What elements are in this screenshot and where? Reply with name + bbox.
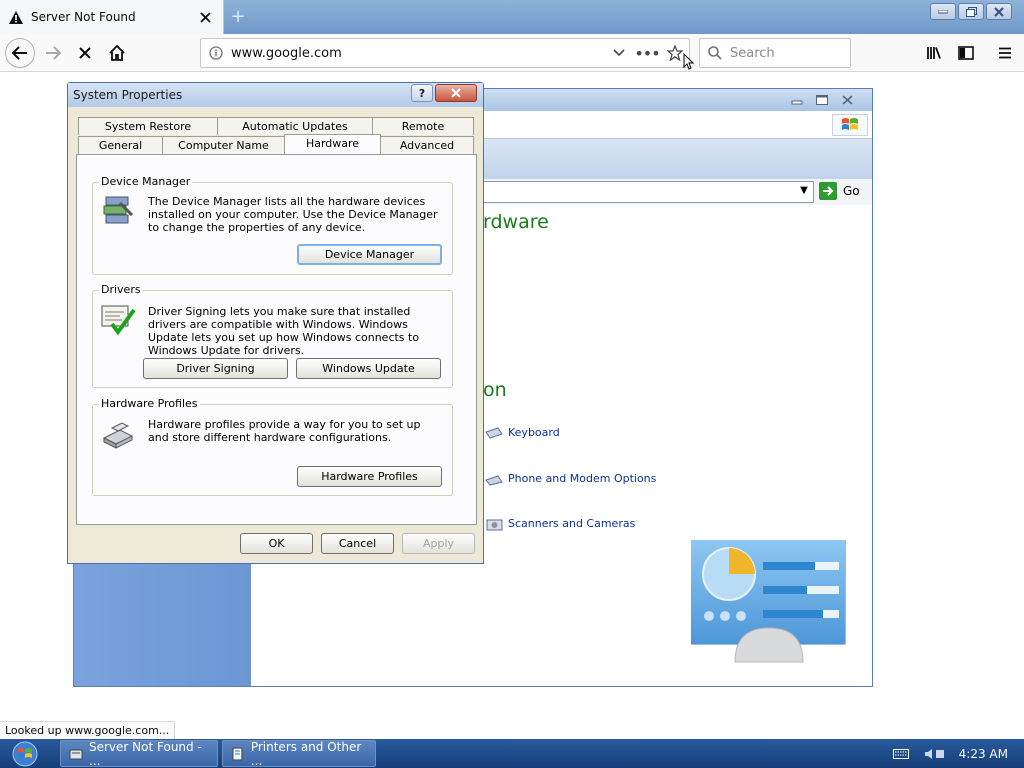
device-manager-legend: Device Manager <box>99 175 193 188</box>
minimize-icon[interactable] <box>930 3 956 20</box>
mouse-cursor-icon <box>683 53 695 70</box>
stop-icon[interactable] <box>70 39 100 67</box>
windows-flag-icon <box>832 114 868 136</box>
home-icon[interactable] <box>102 39 132 67</box>
phone-icon <box>485 475 503 486</box>
windows-start-icon <box>12 741 38 766</box>
system-properties-dialog: System Properties ? System Restore Autom… <box>67 82 484 564</box>
scanners-cameras-link-label: Scanners and Cameras <box>508 516 636 530</box>
url-bar[interactable]: www.google.com ••• <box>200 38 690 68</box>
tab-computer-name[interactable]: Computer Name <box>162 136 285 154</box>
drivers-group: Drivers Driver Signing lets you make sur… <box>92 283 453 388</box>
dialog-title: System Properties <box>73 88 183 102</box>
browser-window-controls <box>930 3 1012 20</box>
close-window-icon[interactable] <box>986 3 1012 20</box>
maximize-icon[interactable] <box>811 92 833 107</box>
scanners-cameras-link[interactable]: Scanners and Cameras <box>484 515 635 531</box>
search-bar[interactable]: Search <box>699 38 851 68</box>
forward-icon[interactable] <box>38 39 68 67</box>
back-icon[interactable] <box>5 38 35 68</box>
dropdown-arrow-icon[interactable] <box>605 49 633 57</box>
dialog-titlebar: System Properties ? <box>68 83 483 107</box>
clock: 4:23 AM <box>958 746 1008 761</box>
system-properties-icon <box>69 749 83 759</box>
keyboard-icon[interactable] <box>892 748 909 759</box>
menu-icon[interactable] <box>990 39 1020 67</box>
taskbar: Server Not Found - ... Printers and Othe… <box>0 739 1024 768</box>
address-dropdown-icon[interactable]: ▼ <box>797 185 811 199</box>
tab-remote[interactable]: Remote <box>372 117 474 135</box>
taskbar-item-printers[interactable]: Printers and Other ... <box>222 739 376 768</box>
browser-tab-bar: Server Not Found + <box>0 0 1024 34</box>
close-icon[interactable] <box>836 92 858 107</box>
control-panel-illustration <box>691 540 846 663</box>
hardware-profiles-description: Hardware profiles provide a way for you … <box>148 418 421 444</box>
taskbar-item-label: Printers and Other ... <box>250 739 362 768</box>
cancel-button[interactable]: Cancel <box>321 533 394 554</box>
tab-close-icon[interactable] <box>197 9 213 25</box>
drivers-description: Driver Signing lets you make sure that i… <box>148 305 420 357</box>
hardware-profiles-group: Hardware Profiles Hardware profiles prov… <box>92 397 453 496</box>
search-placeholder: Search <box>730 45 775 61</box>
phone-modem-link-label: Phone and Modem Options <box>508 471 657 485</box>
help-icon[interactable]: ? <box>411 84 433 102</box>
tab-automatic-updates[interactable]: Automatic Updates <box>217 117 373 135</box>
go-arrow-icon <box>819 182 837 200</box>
info-icon[interactable] <box>201 46 231 60</box>
go-label: Go <box>843 184 860 198</box>
tab-title: Server Not Found <box>31 10 136 24</box>
library-icon[interactable] <box>919 39 949 67</box>
drivers-legend: Drivers <box>99 283 143 296</box>
tab-advanced[interactable]: Advanced <box>380 136 474 154</box>
close-icon[interactable] <box>435 84 477 102</box>
restore-icon[interactable] <box>958 3 984 20</box>
hardware-tab-panel: Device Manager The Device Manager lists … <box>76 154 477 525</box>
ok-button[interactable]: OK <box>240 533 313 554</box>
device-manager-description: The Device Manager lists all the hardwar… <box>148 195 438 234</box>
search-icon <box>708 46 722 60</box>
start-button[interactable] <box>5 739 45 768</box>
device-manager-button[interactable]: Device Manager <box>297 244 442 265</box>
keyboard-link-label: Keyboard <box>508 425 560 439</box>
device-manager-group: Device Manager The Device Manager lists … <box>92 175 453 275</box>
tab-general[interactable]: General <box>78 136 163 154</box>
phone-modem-link[interactable]: Phone and Modem Options <box>484 470 656 486</box>
system-tray: 4:23 AM <box>874 739 1024 768</box>
new-tab-icon[interactable]: + <box>229 8 247 26</box>
device-manager-icon <box>103 196 134 224</box>
driver-signing-icon <box>101 305 136 336</box>
browser-tab[interactable]: Server Not Found <box>0 0 224 34</box>
section-heading: on <box>483 379 507 401</box>
browser-nav-bar: www.google.com ••• Search <box>0 34 1024 72</box>
speaker-network-icon[interactable] <box>923 747 945 761</box>
keyboard-icon <box>485 427 503 439</box>
sidebar-icon[interactable] <box>951 39 981 67</box>
apply-button[interactable]: Apply <box>402 533 475 554</box>
go-button[interactable]: Go <box>819 182 860 200</box>
status-bar: Looked up www.google.com... <box>0 721 176 739</box>
keyboard-link[interactable]: Keyboard <box>484 424 560 440</box>
taskbar-item-label: Server Not Found - ... <box>89 739 202 768</box>
tab-system-restore[interactable]: System Restore <box>78 117 218 135</box>
category-heading: rdware <box>483 211 549 233</box>
tab-hardware[interactable]: Hardware <box>284 134 381 154</box>
camera-icon <box>486 519 503 531</box>
hardware-profiles-legend: Hardware Profiles <box>99 397 200 410</box>
minimize-icon[interactable] <box>786 92 808 107</box>
warning-icon <box>8 9 24 25</box>
control-panel-icon <box>232 747 243 760</box>
url-text: www.google.com <box>231 45 342 61</box>
driver-signing-button[interactable]: Driver Signing <box>143 358 288 379</box>
page-actions-icon[interactable]: ••• <box>633 44 661 63</box>
hardware-profiles-icon <box>102 422 134 449</box>
windows-update-button[interactable]: Windows Update <box>296 358 441 379</box>
hardware-profiles-button[interactable]: Hardware Profiles <box>297 466 442 487</box>
taskbar-item-firefox[interactable]: Server Not Found - ... <box>60 739 218 768</box>
